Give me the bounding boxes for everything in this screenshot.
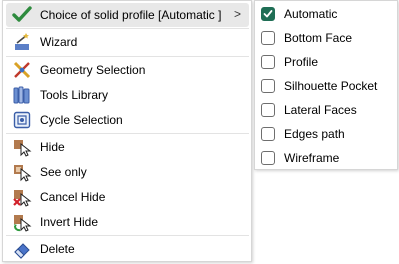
menu-item-cancel-hide[interactable]: Cancel Hide: [6, 185, 249, 209]
submenu-option-silhouette-pocket[interactable]: Silhouette Pocket: [261, 76, 377, 96]
wizard-wand-icon: [11, 31, 33, 53]
menu-item-geometry-selection[interactable]: Geometry Selection: [6, 58, 249, 82]
hide-icon: [11, 136, 33, 158]
menu-item-tools-library[interactable]: Tools Library: [6, 83, 249, 107]
menu-item-label: Wizard: [40, 35, 78, 49]
submenu-option-label: Silhouette Pocket: [284, 79, 378, 93]
submenu-option-bottom-face[interactable]: Bottom Face: [261, 28, 352, 48]
menu-item-label: Cycle Selection: [40, 113, 123, 127]
check-mark-icon: [263, 10, 273, 18]
checkbox-unchecked[interactable]: [261, 55, 275, 69]
geometry-selection-icon: [11, 59, 33, 81]
eraser-icon: [11, 238, 33, 260]
submenu-option-label: Automatic: [284, 7, 338, 21]
menu-separator: [6, 235, 249, 236]
checkbox-unchecked[interactable]: [261, 151, 275, 165]
menu-separator: [6, 56, 249, 57]
menu-item-label: Hide: [40, 140, 65, 154]
cancel-hide-icon: [11, 186, 33, 208]
submenu-option-label: Bottom Face: [284, 31, 353, 45]
menu-item-label: Geometry Selection: [40, 63, 146, 77]
menu-item-label: Cancel Hide: [40, 190, 106, 204]
green-checkmark-icon: [11, 4, 33, 26]
menu-separator: [6, 28, 249, 29]
menu-item-label: See only: [40, 165, 87, 179]
menu-item-choice-of-solid-profile[interactable]: Choice of solid profile [Automatic ] >: [6, 3, 249, 27]
submenu-arrow-icon: >: [233, 7, 241, 21]
submenu-option-profile[interactable]: Profile: [261, 52, 318, 72]
menu-item-see-only[interactable]: See only: [6, 160, 249, 184]
menu-item-hide[interactable]: Hide: [6, 135, 249, 159]
submenu-option-label: Wireframe: [284, 151, 340, 165]
menu-item-label: Invert Hide: [40, 215, 99, 229]
context-menu: Choice of solid profile [Automatic ] > W…: [2, 0, 252, 262]
checkbox-unchecked[interactable]: [261, 103, 275, 117]
menu-item-label: Tools Library: [40, 88, 109, 102]
tools-library-icon: [11, 84, 33, 106]
see-only-icon: [11, 161, 33, 183]
checkbox-unchecked[interactable]: [261, 31, 275, 45]
submenu-option-lateral-faces[interactable]: Lateral Faces: [261, 100, 357, 120]
checkbox-unchecked[interactable]: [261, 79, 275, 93]
submenu-option-wireframe[interactable]: Wireframe: [261, 148, 339, 168]
submenu-option-label: Lateral Faces: [284, 103, 357, 117]
menu-item-wizard[interactable]: Wizard: [6, 30, 249, 54]
menu-item-label: Choice of solid profile [Automatic ]: [40, 8, 222, 22]
context-menu-stage: Choice of solid profile [Automatic ] > W…: [0, 0, 399, 264]
solid-profile-submenu: Automatic Bottom Face Profile Silhouette…: [254, 0, 398, 170]
submenu-option-automatic[interactable]: Automatic: [261, 4, 337, 24]
submenu-option-edges-path[interactable]: Edges path: [261, 124, 345, 144]
submenu-option-label: Edges path: [284, 127, 345, 141]
cycle-selection-icon: [11, 109, 33, 131]
checkbox-checked[interactable]: [261, 7, 275, 21]
menu-item-label: Delete: [40, 242, 75, 256]
menu-item-cycle-selection[interactable]: Cycle Selection: [6, 108, 249, 132]
menu-item-invert-hide[interactable]: Invert Hide: [6, 210, 249, 234]
menu-item-delete[interactable]: Delete: [6, 237, 249, 261]
submenu-option-label: Profile: [284, 55, 319, 69]
menu-separator: [6, 133, 249, 134]
invert-hide-icon: [11, 211, 33, 233]
checkbox-unchecked[interactable]: [261, 127, 275, 141]
